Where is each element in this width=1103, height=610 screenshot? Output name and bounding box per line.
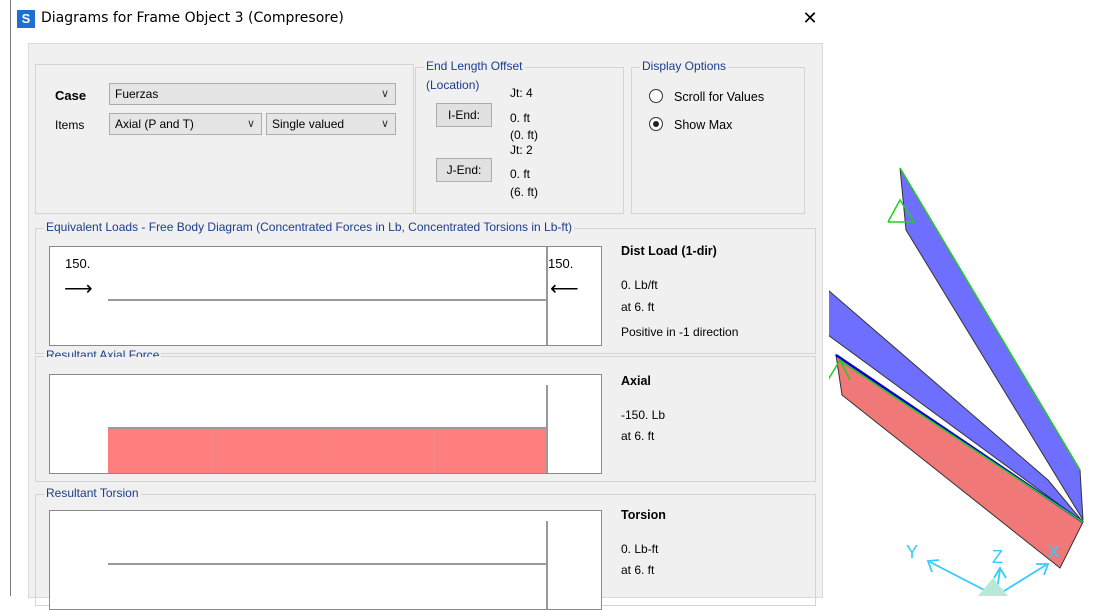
dist-load-at: at 6. ft xyxy=(621,300,655,314)
frame-member-red xyxy=(835,353,1084,569)
axis-label-y: Y xyxy=(906,542,918,562)
title-bar: S Diagrams for Frame Object 3 (Compresor… xyxy=(11,0,829,38)
torsion-diagram xyxy=(49,510,602,610)
model-viewport[interactable]: Y Z X xyxy=(828,0,1103,596)
torsion-title: Resultant Torsion xyxy=(44,486,141,500)
valued-value: Single valued xyxy=(272,117,345,131)
axial-info-value: -150. Lb xyxy=(621,408,666,422)
left-force-value: 150. xyxy=(65,256,91,271)
dist-load-title: Dist Load (1-dir) xyxy=(621,244,717,258)
torsion-baseline xyxy=(108,563,548,565)
free-body-diagram: 150. 150. ⟶ ⟵ xyxy=(49,246,602,346)
i-end-location: (0. ft) xyxy=(510,128,539,142)
axial-info-at: at 6. ft xyxy=(621,429,655,443)
axial-title: Resultant Axial Force xyxy=(44,348,162,357)
dialog-client-area: Case Fuerzas ∨ Items Axial (P and T) ∨ S… xyxy=(28,43,823,610)
axis-label-x: X xyxy=(1048,542,1060,562)
j-end-button[interactable]: J-End: xyxy=(436,158,492,182)
i-end-button[interactable]: I-End: xyxy=(436,103,492,127)
case-dropdown[interactable]: Fuerzas ∨ xyxy=(109,83,396,105)
axial-baseline xyxy=(108,427,548,429)
items-value: Axial (P and T) xyxy=(115,117,194,131)
end-offset-subtitle: (Location) xyxy=(426,78,480,92)
right-arrow-icon: ⟶ xyxy=(64,278,93,300)
valued-dropdown[interactable]: Single valued ∨ xyxy=(266,113,396,135)
right-force-value: 150. xyxy=(548,256,574,271)
chevron-down-icon: ∨ xyxy=(246,118,255,130)
torsion-info-at: at 6. ft xyxy=(621,563,655,577)
torsion-info-value: 0. Lb-ft xyxy=(621,542,659,556)
axial-force-fill xyxy=(108,429,546,473)
end-offset-title: End Length Offset xyxy=(424,59,525,73)
j-end-location: (6. ft) xyxy=(510,185,539,199)
show-max-label[interactable]: Show Max xyxy=(674,118,732,132)
axial-diagram xyxy=(49,374,602,474)
dist-load-value: 0. Lb/ft xyxy=(621,278,658,292)
app-icon: S xyxy=(17,10,35,28)
case-value: Fuerzas xyxy=(115,87,159,101)
beam-end-line xyxy=(546,247,548,345)
diagram-dialog: S Diagrams for Frame Object 3 (Compresor… xyxy=(10,0,829,610)
items-dropdown[interactable]: Axial (P and T) ∨ xyxy=(109,113,262,135)
axial-info-title: Axial xyxy=(621,374,651,388)
scroll-for-values-label[interactable]: Scroll for Values xyxy=(674,90,764,104)
i-end-jt: Jt: 4 xyxy=(510,86,533,100)
i-end-value: 0. ft xyxy=(510,111,531,125)
items-label: Items xyxy=(55,118,85,132)
chevron-down-icon: ∨ xyxy=(380,88,389,100)
display-options-title: Display Options xyxy=(640,59,729,73)
beam-line xyxy=(108,299,548,301)
left-arrow-icon: ⟵ xyxy=(550,278,579,300)
axial-end-line xyxy=(546,385,548,473)
dist-load-note: Positive in -1 direction xyxy=(621,325,739,339)
chevron-down-icon: ∨ xyxy=(380,118,389,130)
scroll-for-values-radio[interactable] xyxy=(649,89,663,103)
free-body-title: Equivalent Loads - Free Body Diagram (Co… xyxy=(44,220,575,234)
axis-label-z: Z xyxy=(992,547,1003,567)
close-icon[interactable]: ✕ xyxy=(799,7,821,29)
window-title: Diagrams for Frame Object 3 (Compresore) xyxy=(41,10,344,26)
show-max-radio[interactable] xyxy=(649,117,663,131)
torsion-info-title: Torsion xyxy=(621,508,666,522)
case-label: Case xyxy=(55,88,87,103)
j-end-jt: Jt: 2 xyxy=(510,143,533,157)
j-end-value: 0. ft xyxy=(510,167,531,181)
